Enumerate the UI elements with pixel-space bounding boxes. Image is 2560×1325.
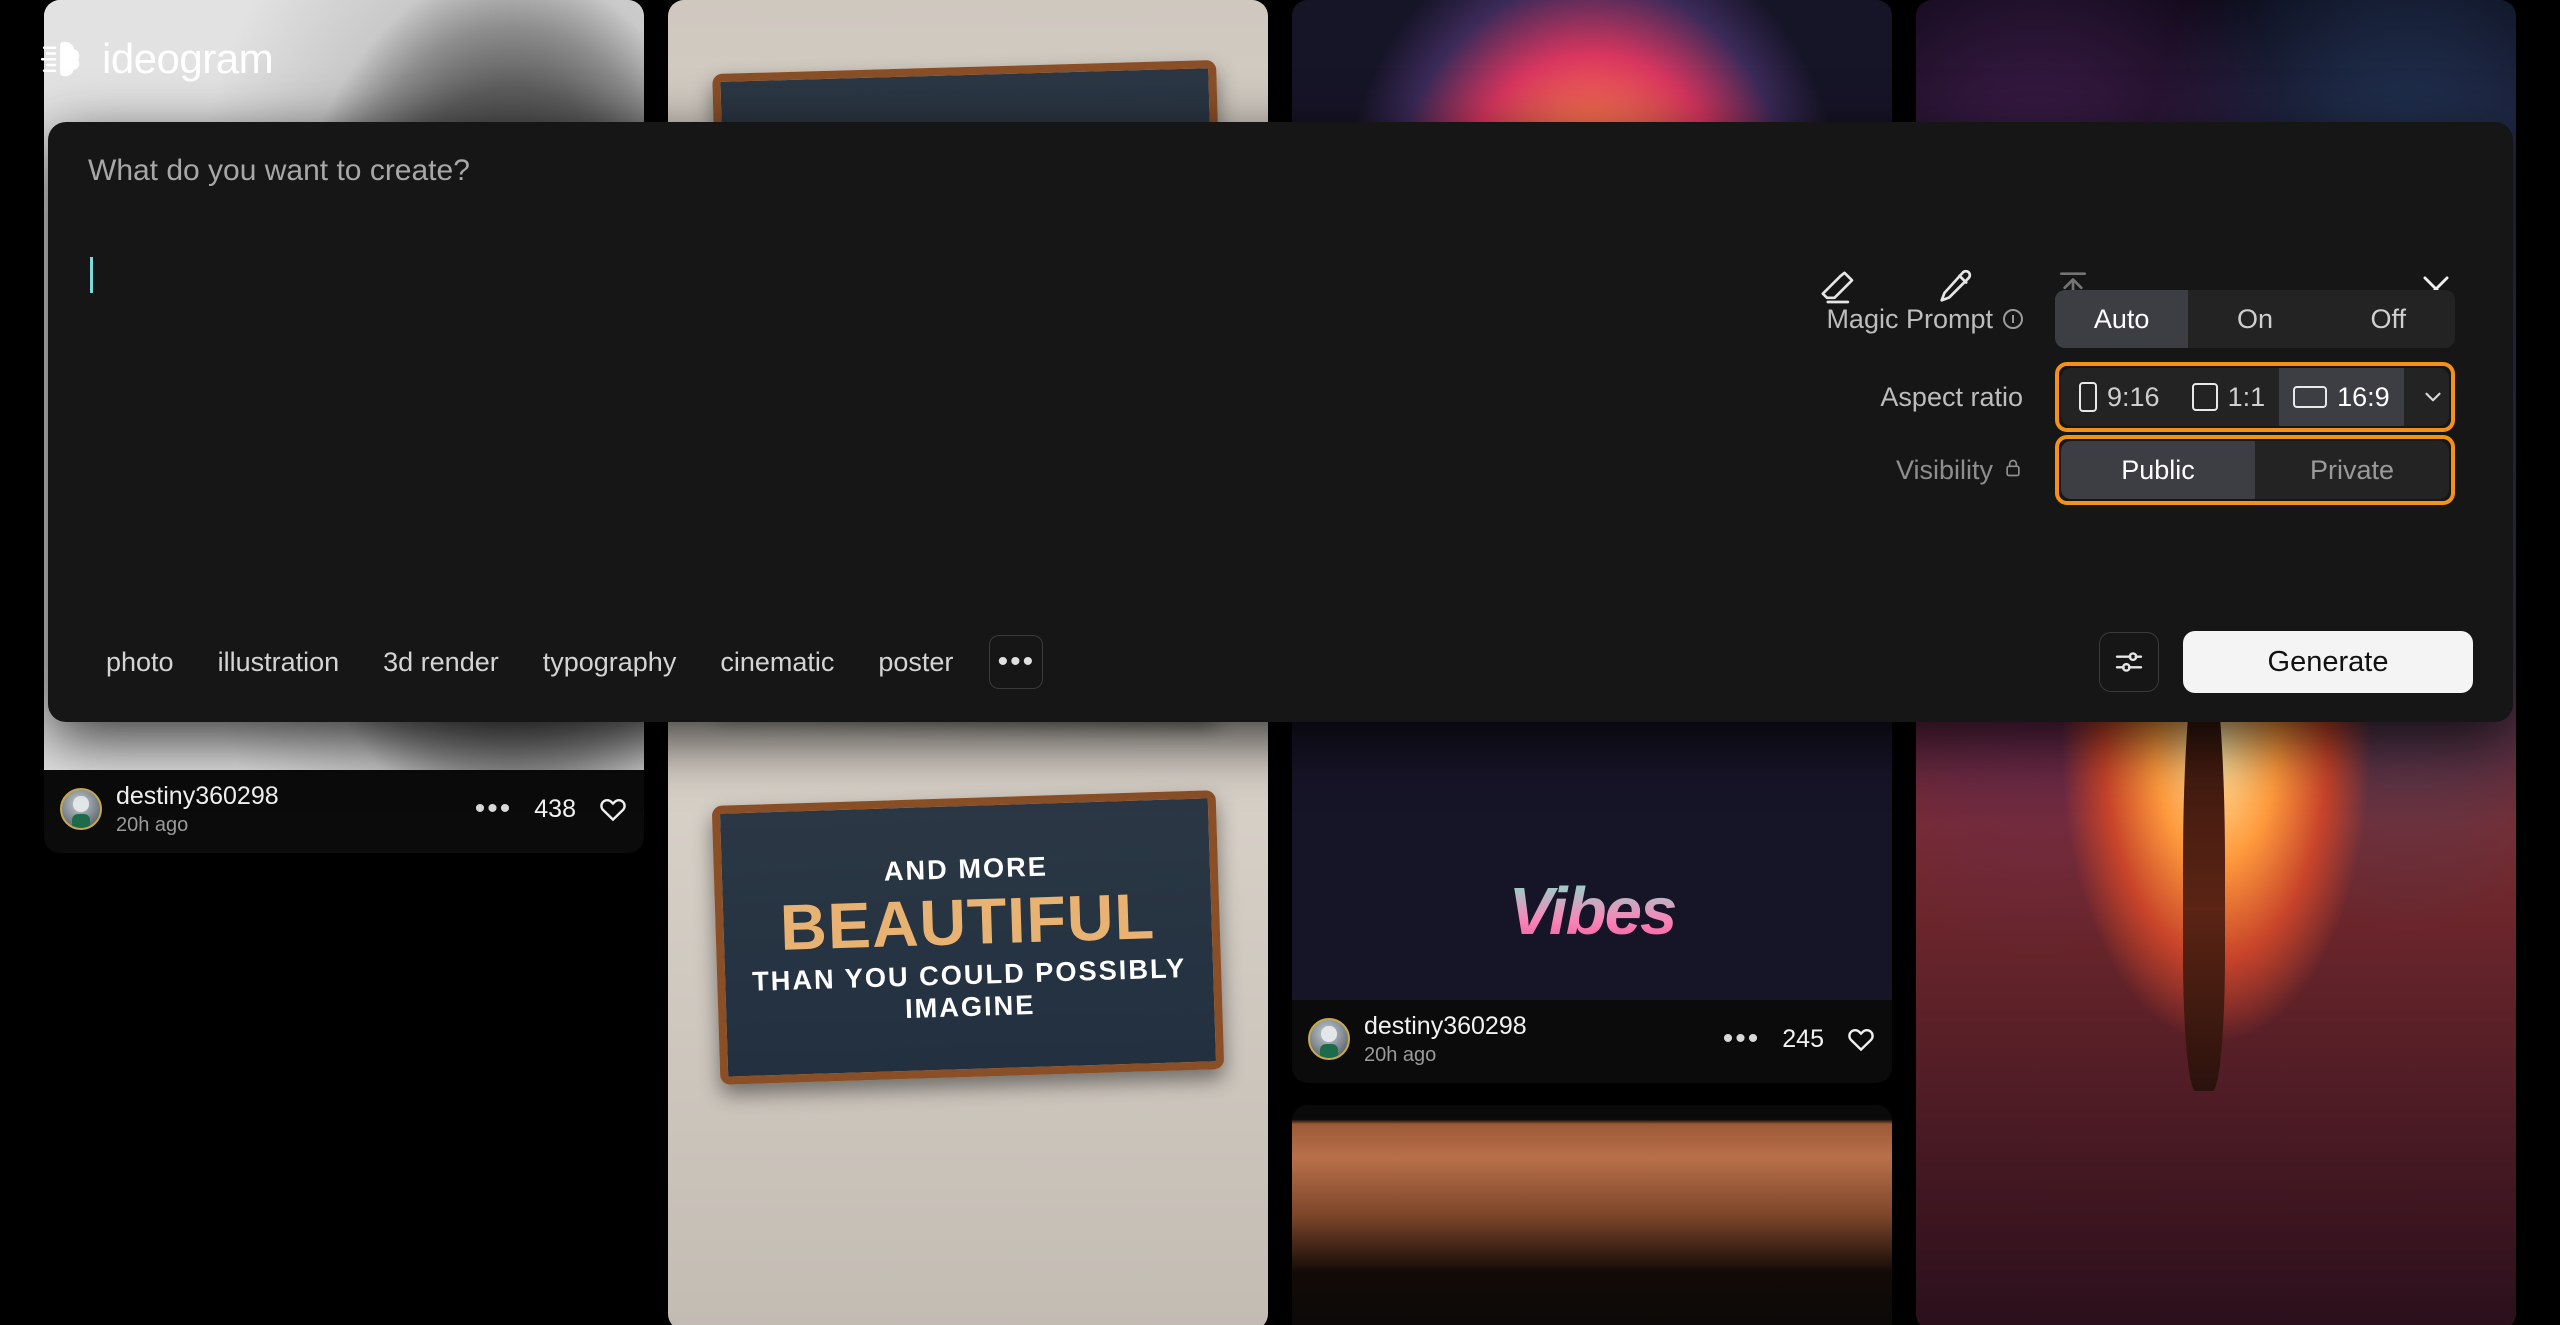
more-styles-button[interactable]: ••• [989, 635, 1043, 689]
card-meta: destiny360298 20h ago [116, 782, 279, 837]
magic-prompt-label: Magic Prompt [1826, 304, 2023, 335]
card-footer: destiny360298 20h ago ••• 245 [1292, 1000, 1892, 1083]
visibility-option-public[interactable]: Public [2061, 441, 2255, 499]
prompt-composer-panel: Magic Prompt Auto On Off Aspect ratio 9:… [48, 122, 2513, 722]
card-footer: destiny360298 20h ago ••• 438 [44, 770, 644, 853]
style-chip-3d-render[interactable]: 3d render [361, 637, 521, 688]
card-menu-button[interactable]: ••• [1723, 1030, 1761, 1048]
gallery-card-partial[interactable] [1292, 1105, 1892, 1325]
aspect-ratio-option-16-9[interactable]: 16:9 [2279, 368, 2404, 426]
visibility-option-private[interactable]: Private [2255, 441, 2449, 499]
visibility-row: Visibility Public Private [1896, 435, 2455, 505]
artwork-word: Vibes [1292, 873, 1892, 950]
visibility-segmented-control: Public Private [2061, 441, 2449, 499]
aspect-ratio-option-1-1[interactable]: 1:1 [2178, 368, 2280, 426]
magic-prompt-option-auto[interactable]: Auto [2055, 290, 2188, 348]
brand-logo[interactable]: ideogram [40, 35, 273, 83]
brand-name: ideogram [102, 35, 273, 83]
heart-icon[interactable] [1846, 1024, 1876, 1054]
magic-prompt-segmented-control: Auto On Off [2055, 290, 2455, 348]
landscape-ratio-icon [2293, 386, 2327, 408]
card-actions: ••• 245 [1723, 1024, 1876, 1054]
avatar[interactable] [60, 788, 102, 830]
aspect-ratio-segmented-control: 9:16 1:1 16:9 [2061, 368, 2449, 426]
card-artwork-wood-frame[interactable] [1292, 1105, 1892, 1325]
sliders-icon[interactable] [2099, 632, 2159, 692]
visibility-label-text: Visibility [1896, 455, 1993, 486]
aspect-ratio-option-9-16[interactable]: 9:16 [2061, 368, 2178, 426]
card-meta: destiny360298 20h ago [1364, 1012, 1527, 1067]
style-chip-illustration[interactable]: illustration [196, 637, 362, 688]
magic-prompt-option-on[interactable]: On [2188, 290, 2321, 348]
sign-3: AND MORE BEAUTIFUL THAN YOU COULD POSSIB… [712, 790, 1225, 1085]
magic-prompt-row: Magic Prompt Auto On Off [1826, 290, 2455, 348]
card-menu-button[interactable]: ••• [475, 800, 513, 818]
square-ratio-icon [2192, 383, 2218, 411]
chevron-down-icon[interactable] [2404, 368, 2449, 426]
magic-prompt-option-off[interactable]: Off [2322, 290, 2455, 348]
info-icon[interactable] [2003, 309, 2023, 329]
aspect-ratio-label: Aspect ratio [1880, 382, 2023, 413]
brain-icon [40, 36, 86, 82]
generate-button[interactable]: Generate [2183, 631, 2473, 693]
card-like-count: 438 [534, 795, 576, 824]
aspect-ratio-option-16-9-label: 16:9 [2337, 382, 2390, 413]
aspect-ratio-option-1-1-label: 1:1 [2228, 382, 2266, 413]
sign-3-small: AND MORE [883, 850, 1048, 887]
card-timestamp: 20h ago [1364, 1044, 1527, 1067]
style-chip-poster[interactable]: poster [856, 637, 975, 688]
aspect-ratio-row: Aspect ratio 9:16 1:1 16:9 [1880, 362, 2455, 432]
card-timestamp: 20h ago [116, 814, 279, 837]
composer-actions: Generate [2099, 631, 2473, 693]
sign-3-big: BEAUTIFUL [779, 879, 1156, 965]
style-chip-typography[interactable]: typography [521, 637, 699, 688]
style-chip-photo[interactable]: photo [88, 637, 196, 688]
card-username[interactable]: destiny360298 [1364, 1012, 1527, 1041]
style-chip-cinematic[interactable]: cinematic [698, 637, 856, 688]
visibility-label: Visibility [1896, 455, 2023, 486]
portrait-ratio-icon [2079, 382, 2097, 412]
lock-icon [2003, 455, 2023, 486]
aspect-ratio-highlight: 9:16 1:1 16:9 [2055, 362, 2455, 432]
card-username[interactable]: destiny360298 [116, 782, 279, 811]
composer-bottom-bar: photo illustration 3d render typography … [48, 602, 2513, 722]
prompt-input[interactable] [88, 154, 1688, 334]
text-caret [90, 257, 93, 293]
magic-prompt-label-text: Magic Prompt [1826, 304, 1993, 335]
heart-icon[interactable] [598, 794, 628, 824]
visibility-highlight: Public Private [2055, 435, 2455, 505]
app-header: ideogram [0, 0, 2560, 118]
card-actions: ••• 438 [475, 794, 628, 824]
card-like-count: 245 [1782, 1025, 1824, 1054]
aspect-ratio-option-9-16-label: 9:16 [2107, 382, 2160, 413]
avatar[interactable] [1308, 1018, 1350, 1060]
